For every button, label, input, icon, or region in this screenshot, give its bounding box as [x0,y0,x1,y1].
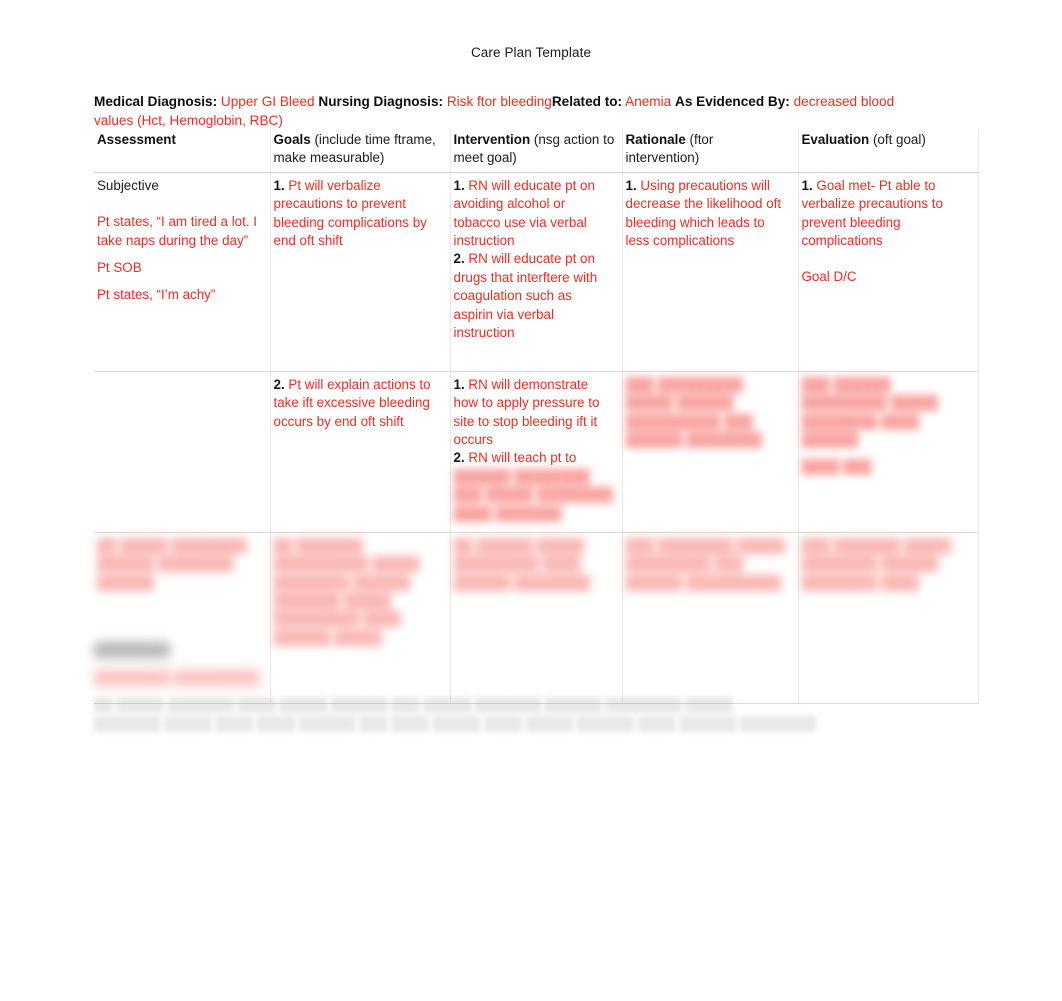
cell-evaluation-row1: 1. Goal met- Pt able to verbalize precau… [798,172,979,372]
evaluation-goal-status: Goal D/C [801,269,857,285]
nursing-diagnosis-label: Nursing Diagnosis: [318,94,444,109]
intervention-text: RN will demonstrate how to apply pressur… [453,376,600,448]
as-evidenced-by-label: As Evidenced By: [675,94,790,109]
care-plan-table: Assessment Goals (include time ftrame, m… [94,129,979,704]
objective-red-line-obscured: ████████ █████████ [94,669,260,685]
header-intervention-main: Intervention [453,132,531,147]
goal-text: Pt will verbalize precautions to prevent… [273,177,427,249]
evaluation-goal-status-obscured: ████ ███ [801,459,872,475]
cell-intervention-row1: 1. RN will educate pt on avoiding alcoho… [450,172,623,372]
cell-rationale-row1: 1. Using precautions will decrease the l… [622,172,799,372]
page-title: Care Plan Template [470,45,592,60]
evaluation-text: Goal met- Pt able to verbalize precautio… [801,177,943,249]
header-assessment-main: Assessment [97,132,176,147]
footer-line-obscured: ███████ █████ ████ ████ ██████ ███ ████ … [94,715,816,731]
related-to-value: Anemia [625,94,672,109]
intervention-number: 2. [453,450,465,466]
assessment-line: Pt states, “I am tired a lot. I take nap… [97,214,258,248]
document-page: Care Plan Template Medical Diagnosis: Up… [0,0,1062,1001]
column-header-evaluation: Evaluation (oft goal) [798,129,979,173]
column-header-goals: Goals (include time ftrame, make measura… [270,129,451,173]
evaluation-number: 1. [801,177,813,193]
column-header-rationale: Rationale (ftor intervention) [622,129,799,173]
header-evaluation-sub: (oft goal) [872,132,926,147]
goal-number: 2. [273,376,285,392]
column-header-intervention: Intervention (nsg action to meet goal) [450,129,623,173]
intervention-number: 1. [453,376,465,392]
intervention-obscured-text: ██████ ████████ ███ █████ ████████ ████ … [453,468,613,521]
footer-line-obscured: ██ █████ ███████ ████ █████ ██████ ███ █… [94,697,733,713]
header-goals-main: Goals [273,132,311,147]
column-header-assessment: Assessment [94,129,271,173]
medical-diagnosis-label: Medical Diagnosis: [94,94,218,109]
rationale-obscured-text: ███ ████████ █████ █████████ ███ ██████ … [625,537,785,590]
evaluation-obscured-text: ███ ███████ █████ ████████ ██████ ██████… [801,537,952,590]
table-row: 2. Pt will explain actions to take ift e… [94,371,979,533]
header-rationale-main: Rationale [625,132,686,147]
cell-evaluation-row2: ███ ██████ █████████ █████ ████████ ████… [798,371,979,533]
intervention-text: RN will educate pt on drugs that interft… [453,251,598,341]
assessment-obscured-text: ██ █████ ████████ ██████ ████████ ██████ [97,537,247,590]
medical-diagnosis-value: Upper GI Bleed [220,94,315,109]
bottom-section: ████████ ████████ █████████ ██ █████ ███… [94,641,944,733]
cell-assessment-row1: Subjective Pt states, “I am tired a lot.… [94,172,271,372]
cell-rationale-row2: ███ █████████ █████ ██████ ██████████ ██… [622,371,799,533]
cell-assessment-row2 [94,371,271,533]
rationale-text: Using precautions will decrease the like… [625,177,782,249]
header-evaluation-main: Evaluation [801,132,870,147]
diagnosis-header: Medical Diagnosis: Upper GI Bleed Nursin… [94,93,936,130]
goals-obscured-text: ██ ███████ ██████████ █████ ████████ ███… [273,537,420,645]
objective-label-obscured: ████████ [94,642,170,657]
evaluation-obscured-text: ███ ██████ █████████ █████ ████████ ████… [801,376,939,448]
intervention-text: RN will educate pt on avoiding alcohol o… [453,177,595,249]
goal-text: Pt will explain actions to take ift exce… [273,376,431,429]
cell-goals-row2: 2. Pt will explain actions to take ift e… [270,371,451,533]
related-to-label: Related to: [551,94,623,109]
assessment-line: Pt states, “I’m achy” [97,287,216,303]
nursing-diagnosis-value: Risk ftor bleeding [446,94,552,109]
table-row: Subjective Pt states, “I am tired a lot.… [94,172,979,372]
rationale-number: 1. [625,177,637,193]
rationale-obscured-text: ███ █████████ █████ ██████ ██████████ ██… [625,376,763,448]
intervention-number: 2. [453,251,465,267]
intervention-obscured-text: ██ ██████ █████ █████████ ████ ██████ ██… [453,537,591,590]
goal-number: 1. [273,177,285,193]
assessment-line: Pt SOB [97,260,142,276]
intervention-number: 1. [453,177,465,193]
assessment-subjective-heading: Subjective [97,177,159,193]
cell-intervention-row2: 1. RN will demonstrate how to apply pres… [450,371,623,533]
table-header-row: Assessment Goals (include time ftrame, m… [94,129,979,173]
intervention-text: RN will teach pt to [468,450,577,466]
cell-goals-row1: 1. Pt will verbalize precautions to prev… [270,172,451,372]
